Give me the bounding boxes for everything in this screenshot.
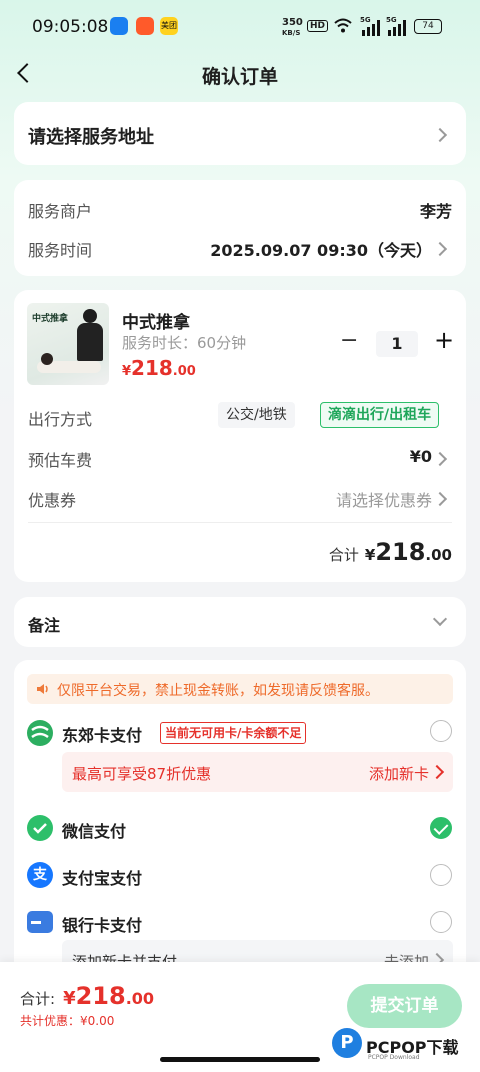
plus-button[interactable]: + (434, 326, 454, 354)
address-selector[interactable]: 请选择服务地址 (14, 102, 466, 165)
watermark-logo-icon: P (332, 1028, 362, 1058)
travel-label: 出行方式 (28, 410, 93, 429)
product-duration: 服务时长：60分钟 (122, 334, 247, 352)
dongjiao-radio[interactable] (430, 720, 452, 742)
dongjiao-pay-label: 东郊卡支付 (62, 726, 143, 745)
promo-text: 最高可享受87折优惠 (72, 765, 212, 783)
remark-label: 备注 (28, 616, 61, 635)
chevron-right-icon (432, 127, 448, 143)
bank-card-radio[interactable] (430, 911, 452, 933)
merchant-value: 李芳 (419, 202, 452, 221)
home-indicator (160, 1057, 320, 1062)
service-time-label: 服务时间 (28, 241, 93, 260)
coupon-label: 优惠券 (28, 491, 77, 510)
dongjiao-status-badge: 当前无可用卡/卡余额不足 (160, 722, 307, 744)
subtotal: 合计 ¥218.00 (328, 538, 452, 566)
alipay-radio[interactable] (430, 864, 452, 886)
notice-text: 仅限平台交易，禁止现金转账，如发现请反馈客服。 (57, 683, 379, 699)
product-thumbnail: 中式推拿 (27, 303, 109, 385)
wifi-icon (334, 18, 352, 36)
chevron-right-icon (432, 451, 448, 467)
wechat-pay-label: 微信支付 (62, 822, 127, 841)
travel-option-taxi[interactable]: 滴滴出行/出租车 (320, 402, 440, 428)
product-name: 中式推拿 (122, 313, 190, 333)
chevron-right-icon (432, 241, 448, 257)
net-speed-unit: KB/S (282, 29, 301, 37)
alipay-icon: 支 (27, 862, 53, 888)
chevron-down-icon (432, 611, 448, 627)
status-time: 09:05:08 (32, 17, 109, 37)
minus-button[interactable]: − (340, 328, 358, 353)
divider (28, 522, 452, 523)
hd-icon: HD (307, 20, 329, 32)
alipay-row[interactable]: 支 支付宝支付 (14, 857, 466, 893)
service-time-row[interactable]: 服务时间 2025.09.07 09:30（今天） (14, 230, 466, 266)
dongjiao-promo-row[interactable]: 最高可享受87折优惠 添加新卡 (62, 752, 453, 792)
add-card-link[interactable]: 添加新卡 (369, 763, 429, 784)
status-bar: 09:05:08 美团 350 KB/S HD 5G 5G 74 (0, 0, 480, 56)
fare-value: ¥0 (409, 447, 432, 466)
submit-order-button[interactable]: 提交订单 (347, 984, 462, 1028)
fare-label: 预估车费 (28, 451, 93, 470)
address-label: 请选择服务地址 (28, 127, 154, 148)
chevron-right-icon (429, 764, 445, 780)
payment-card: 仅限平台交易，禁止现金转账，如发现请反馈客服。 东郊卡支付 当前无可用卡/卡余额… (14, 660, 466, 980)
estimated-fare-row[interactable]: 预估车费 ¥0 (14, 440, 466, 474)
meituan-icon: 美团 (160, 17, 178, 35)
service-time-value: 2025.09.07 09:30（今天） (210, 241, 432, 260)
page-title: 确认订单 (201, 66, 278, 88)
dongjiao-card-icon (27, 720, 53, 746)
battery-icon: 74 (414, 19, 442, 34)
notice-banner: 仅限平台交易，禁止现金转账，如发现请反馈客服。 (27, 674, 453, 704)
quantity-value[interactable]: 1 (376, 331, 418, 357)
watermark: P PCPOP下载 PCPOP Download (332, 1026, 480, 1072)
bank-card-icon (27, 911, 53, 933)
alipay-label: 支付宝支付 (62, 869, 143, 888)
chevron-right-icon (432, 491, 448, 507)
speaker-icon (35, 681, 51, 701)
nav-header: 确认订单 (0, 56, 480, 96)
bank-card-label: 银行卡支付 (62, 916, 143, 935)
bank-card-row[interactable]: 银行卡支付 (14, 904, 466, 940)
footer-total: 合计: ¥218.00 (20, 982, 155, 1010)
merchant-label: 服务商户 (28, 202, 93, 221)
app-notification-icon (110, 17, 128, 35)
product-price: ¥218.00 (122, 356, 196, 380)
travel-option-bus[interactable]: 公交/地铁 (218, 402, 295, 428)
product-card: 中式推拿 中式推拿 服务时长：60分钟 ¥218.00 − 1 + 出行方式 公… (14, 290, 466, 582)
coupon-row[interactable]: 优惠券 请选择优惠券 (14, 480, 466, 514)
coupon-value: 请选择优惠券 (335, 491, 432, 510)
service-info-card: 服务商户 李芳 服务时间 2025.09.07 09:30（今天） (14, 180, 466, 276)
wechat-pay-radio[interactable] (430, 817, 452, 839)
app-notification-icon (136, 17, 154, 35)
wechat-pay-icon (27, 815, 53, 841)
footer-discount: 共计优惠：¥0.00 (20, 1014, 115, 1028)
remark-card[interactable]: 备注 (14, 597, 466, 647)
net-speed: 350 (282, 17, 303, 28)
watermark-sub: PCPOP Download (368, 1054, 420, 1061)
wechat-pay-row[interactable]: 微信支付 (14, 810, 466, 846)
